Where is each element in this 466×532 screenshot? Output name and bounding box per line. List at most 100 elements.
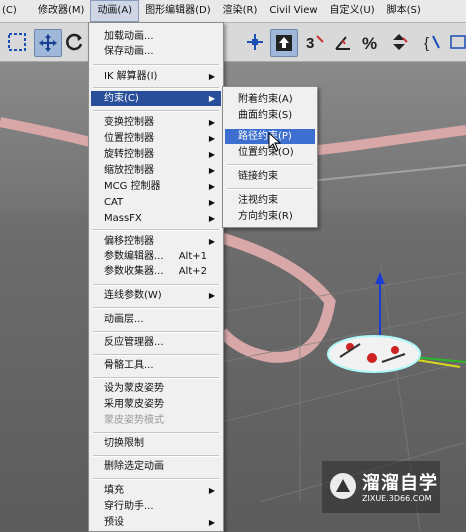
menu-item-label: MassFX (104, 213, 142, 224)
menu-item-label: MCG 控制器 (104, 181, 161, 192)
menu-item-label: CAT (104, 197, 124, 208)
menu-item-label: 设为蒙皮姿势 (104, 383, 164, 394)
watermark-title: 溜溜自学 (362, 473, 438, 494)
submenu-item-orientation-constraint[interactable]: 方向约束(R) (225, 209, 315, 224)
menu-item-label: 切换限制 (104, 438, 144, 449)
menu-item-label: 预设 (104, 517, 124, 528)
menu-item-label: 链接约束 (238, 171, 278, 182)
menu-item-load-animation[interactable]: 加载动画... (91, 29, 221, 44)
shortcut-label: Alt+2 (178, 266, 207, 277)
menu-item-scale-controllers[interactable]: 缩放控制器 ▶ (91, 163, 221, 178)
menu-item-massfx[interactable]: MassFX ▶ (91, 211, 221, 226)
menu-item-cat[interactable]: CAT ▶ (91, 195, 221, 210)
menu-item-constraints[interactable]: 约束(C) ▶ (91, 91, 221, 106)
menu-separator (93, 478, 219, 480)
menu-item-offset-controllers[interactable]: 偏移控制器 ▶ (91, 234, 221, 249)
angle-snap-button[interactable] (330, 29, 356, 55)
menu-item-label: 动画层... (104, 314, 144, 325)
menu-item-ik-solvers[interactable]: IK 解算器(I) ▶ (91, 69, 221, 84)
menu-item-populate[interactable]: 填充 ▶ (91, 483, 221, 498)
named-selection-button[interactable]: { (420, 29, 446, 55)
menu-item-label: 穿行助手... (104, 501, 154, 512)
menu-item-rotation-controllers[interactable]: 旋转控制器 ▶ (91, 147, 221, 162)
percent-snap-icon: % (362, 34, 377, 52)
menu-item-delete-selected-animation[interactable]: 删除选定动画 (91, 459, 221, 474)
submenu-item-link-constraint[interactable]: 链接约束 (225, 169, 315, 184)
menu-modifiers[interactable]: 修改器(M) (32, 0, 90, 22)
menu-item-label: 附着约束(A) (238, 94, 293, 105)
snap-3d-icon: 3 (306, 35, 324, 52)
menu-item-toggle-limits[interactable]: 切换限制 (91, 436, 221, 451)
submenu-arrow-icon: ▶ (208, 486, 215, 495)
percent-snap-button[interactable]: % (358, 29, 384, 55)
menu-item-label: 变换控制器 (104, 117, 154, 128)
move-icon (39, 34, 57, 52)
menu-item-save-animation[interactable]: 保存动画... (91, 44, 221, 59)
menu-animation[interactable]: 动画(A) (90, 0, 140, 22)
submenu-item-look-at-constraint[interactable]: 注视约束 (225, 193, 315, 208)
menu-item-label: 曲面约束(S) (238, 110, 293, 121)
pivot-icon (247, 34, 263, 50)
menu-bar: (C) 修改器(M) 动画(A) 图形编辑器(D) 渲染(R) Civil Vi… (0, 0, 466, 23)
select-rotate-button[interactable] (62, 29, 88, 55)
menu-separator (227, 164, 313, 166)
svg-text:{: { (424, 35, 429, 52)
menu-separator (93, 284, 219, 286)
menu-item-reaction-manager[interactable]: 反应管理器... (91, 335, 221, 350)
submenu-arrow-icon: ▶ (208, 94, 215, 103)
path-spline-left[interactable] (0, 117, 92, 147)
watermark-logo-icon (330, 473, 356, 499)
select-region-button[interactable] (4, 29, 30, 55)
menu-item-assume-skin-pose[interactable]: 采用蒙皮姿势 (91, 397, 221, 412)
menu-item-set-as-skin-pose[interactable]: 设为蒙皮姿势 (91, 381, 221, 396)
menu-item-skin-pose-mode: 蒙皮姿势模式 (91, 413, 221, 428)
menu-civil-view[interactable]: Civil View (263, 0, 323, 22)
selected-object[interactable] (327, 335, 421, 373)
menu-separator (227, 188, 313, 190)
submenu-arrow-icon: ▶ (208, 237, 215, 246)
menu-graph-editors[interactable]: 图形编辑器(D) (139, 0, 217, 22)
menu-rendering[interactable]: 渲染(R) (217, 0, 264, 22)
menu-separator (93, 432, 219, 434)
submenu-arrow-icon: ▶ (208, 150, 215, 159)
menu-item-mcg-controllers[interactable]: MCG 控制器 ▶ (91, 179, 221, 194)
spinner-snap-icon (393, 34, 408, 50)
rotate-icon (66, 33, 83, 51)
use-pivot-button[interactable] (242, 29, 268, 55)
menu-item-walkthrough-assistant[interactable]: 穿行助手... (91, 499, 221, 514)
selection-set-icon (450, 35, 466, 49)
menu-scripting[interactable]: 脚本(S) (381, 0, 427, 22)
menu-item-label: 方向约束(R) (238, 211, 293, 222)
menu-item-label: 约束(C) (104, 93, 139, 104)
submenu-item-attachment-constraint[interactable]: 附着约束(A) (225, 92, 315, 107)
menu-item-position-controllers[interactable]: 位置控制器 ▶ (91, 131, 221, 146)
submenu-arrow-icon: ▶ (208, 214, 215, 223)
submenu-item-surface-constraint[interactable]: 曲面约束(S) (225, 108, 315, 123)
menu-separator (93, 354, 219, 356)
animation-menu: 加载动画... 保存动画... IK 解算器(I) ▶ 约束(C) ▶ 变换控制器 ▶… (88, 22, 224, 532)
submenu-arrow-icon: ▶ (208, 291, 215, 300)
menu-item-presets[interactable]: 预设 ▶ (91, 515, 221, 530)
menu-item-bone-tools[interactable]: 骨骼工具... (91, 358, 221, 373)
menu-item-animation-layers[interactable]: 动画层... (91, 312, 221, 327)
select-manipulate-button[interactable] (270, 29, 298, 57)
spinner-snap-button[interactable] (386, 29, 412, 55)
menu-create[interactable]: (C) (0, 0, 32, 22)
menu-separator (93, 64, 219, 66)
menu-item-transform-controllers[interactable]: 变换控制器 ▶ (91, 115, 221, 130)
menu-customize[interactable]: 自定义(U) (324, 0, 381, 22)
select-move-button[interactable] (34, 29, 62, 57)
menu-item-parameter-editor[interactable]: 参数编辑器... Alt+1 (91, 249, 221, 264)
menu-item-parameter-collector[interactable]: 参数收集器... Alt+2 (91, 264, 221, 279)
menu-item-label: 路径约束(P) (238, 131, 292, 142)
menu-item-label: IK 解算器(I) (104, 71, 158, 82)
menu-item-label: 偏移控制器 (104, 236, 154, 247)
submenu-arrow-icon: ▶ (208, 166, 215, 175)
snaps-toggle-button[interactable]: 3 (302, 29, 328, 55)
menu-separator (93, 110, 219, 112)
menu-item-wire-parameters[interactable]: 连线参数(W) ▶ (91, 288, 221, 303)
menu-item-label: 加载动画... (104, 31, 154, 42)
menu-item-label: 反应管理器... (104, 337, 164, 348)
edit-named-selection-button[interactable] (446, 29, 466, 55)
mouse-cursor-icon (268, 132, 282, 152)
